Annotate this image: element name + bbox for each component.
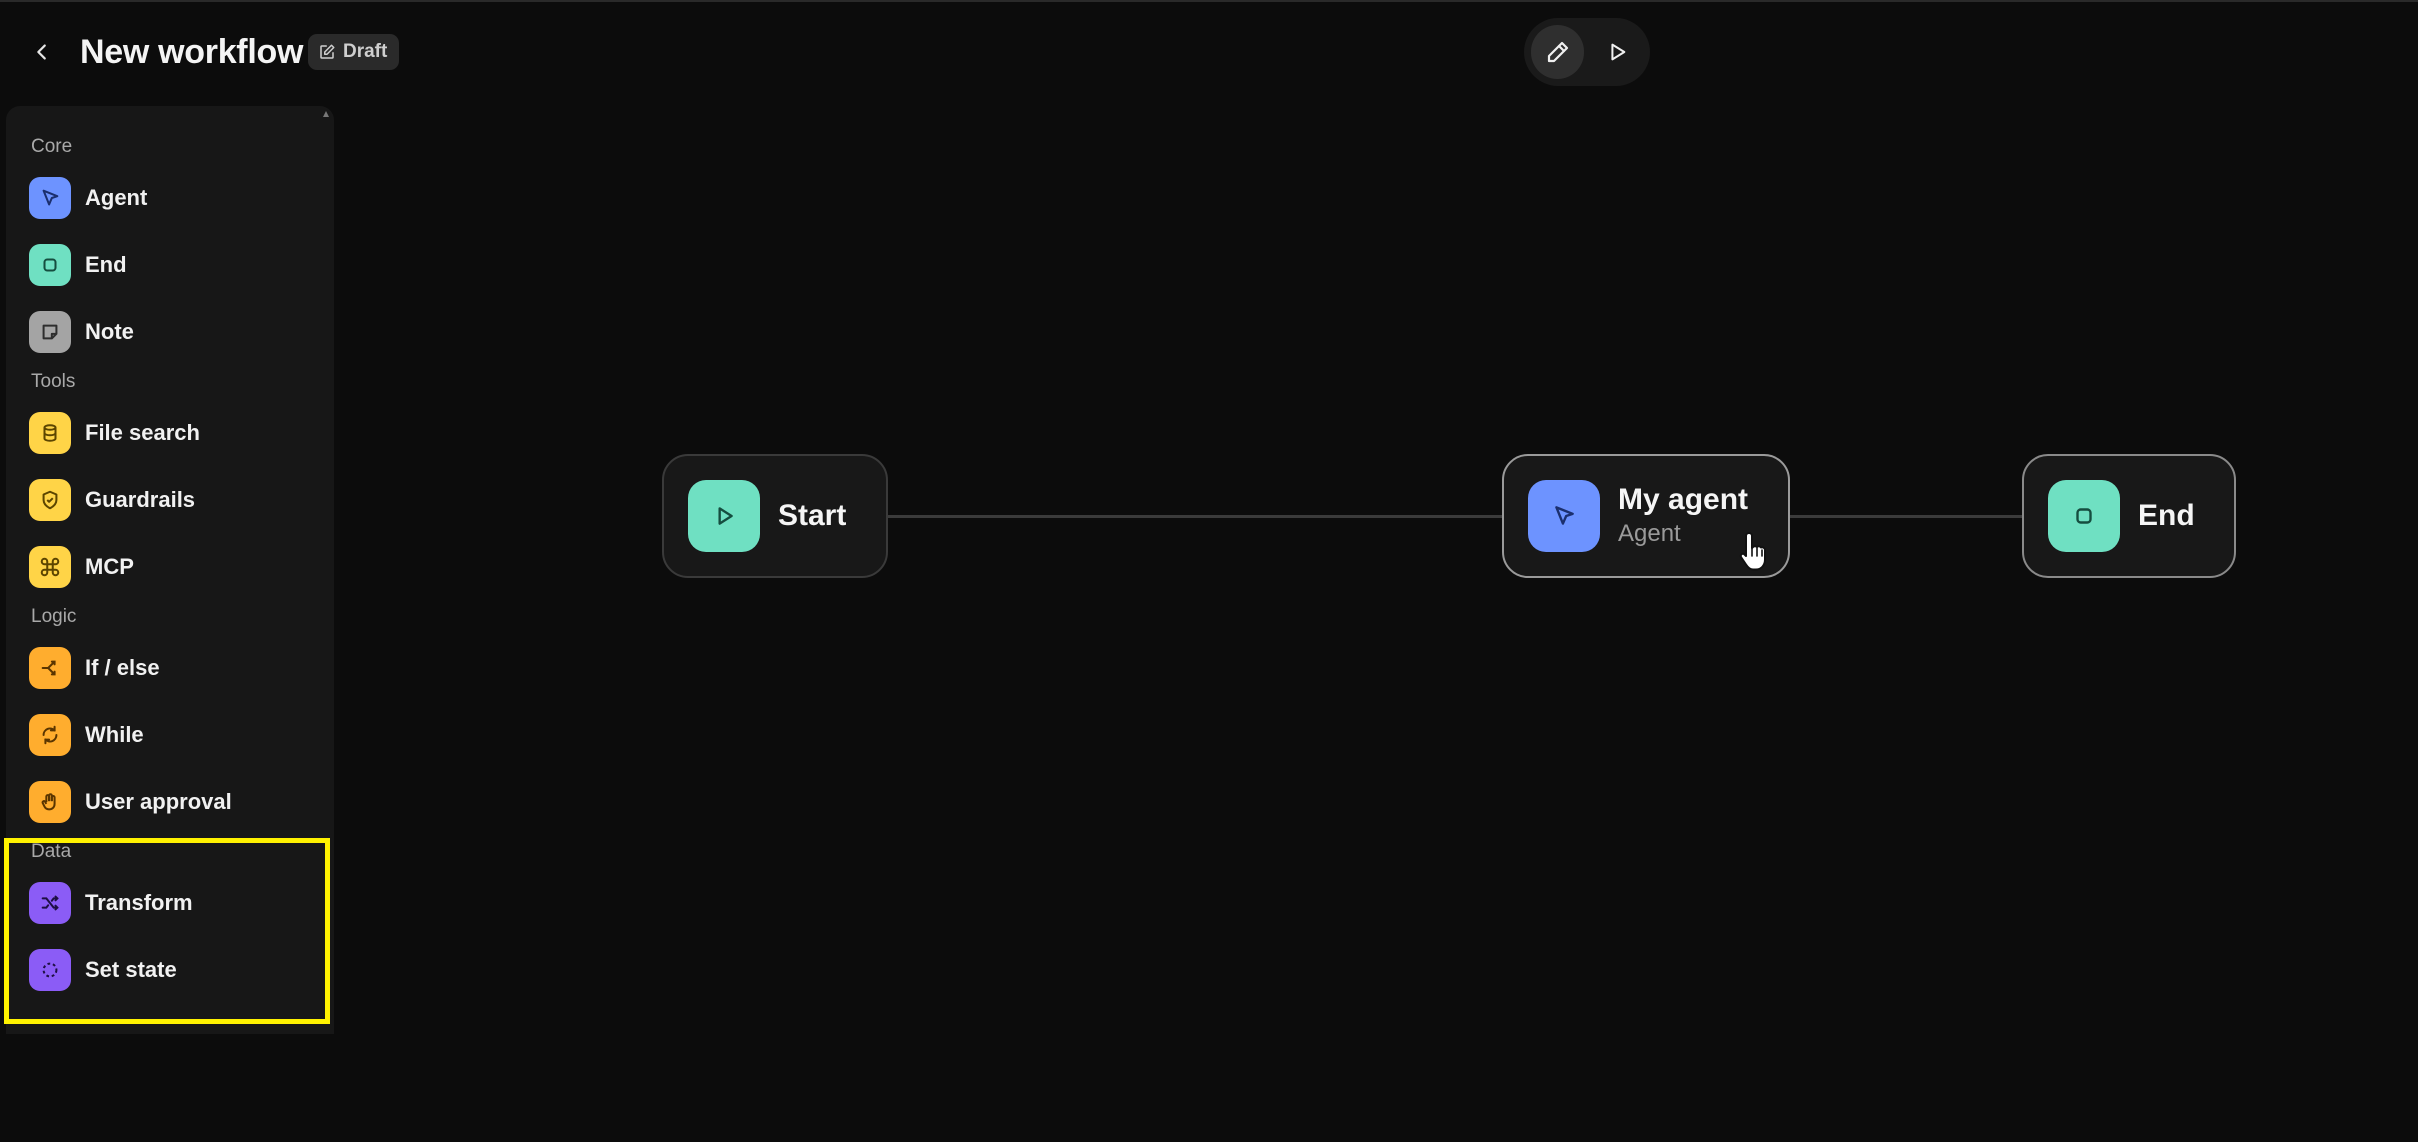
edge-agent-end xyxy=(1790,515,2024,518)
edit-mode-button[interactable] xyxy=(1531,25,1584,79)
shield-check-icon xyxy=(29,478,71,521)
node-end[interactable]: End xyxy=(2022,454,2236,578)
edit-square-icon xyxy=(320,44,335,59)
note-icon xyxy=(29,310,71,353)
palette-item-label: File search xyxy=(85,419,200,445)
node-my-agent-subtitle: Agent xyxy=(1618,520,1681,547)
chevron-left-icon xyxy=(37,44,46,60)
node-palette-sidebar: Core Agent End Note Tools File search Gu… xyxy=(6,106,334,1034)
node-my-agent-text: My agent Agent xyxy=(1618,482,1748,550)
palette-item-guardrails[interactable]: Guardrails xyxy=(6,466,334,533)
header: New workflow Draft xyxy=(0,2,2418,102)
cursor-arrow-icon xyxy=(29,176,71,219)
hand-pointer-cursor-icon xyxy=(1739,532,1766,571)
section-label-data: Data xyxy=(31,841,72,862)
palette-item-label: Set state xyxy=(85,956,177,982)
palette-item-label: Guardrails xyxy=(85,486,196,512)
palette-item-label: If / else xyxy=(85,654,160,680)
draft-badge-label: Draft xyxy=(343,41,388,62)
palette-item-transform[interactable]: Transform xyxy=(6,869,334,936)
play-icon xyxy=(688,480,760,552)
hand-icon xyxy=(29,780,71,823)
node-start-title: Start xyxy=(778,499,847,532)
dashed-circle-icon xyxy=(29,948,71,991)
shuffle-icon xyxy=(29,881,71,924)
palette-item-note[interactable]: Note xyxy=(6,298,334,365)
branch-icon xyxy=(29,646,71,689)
cursor-arrow-icon xyxy=(1528,480,1600,552)
pencil-icon xyxy=(1547,41,1568,63)
palette-item-end[interactable]: End xyxy=(6,231,334,298)
palette-item-label: Agent xyxy=(85,184,148,210)
palette-item-label: MCP xyxy=(85,553,134,579)
palette-item-label: Note xyxy=(85,318,134,344)
command-icon xyxy=(29,545,71,588)
mode-toolbar xyxy=(1524,18,1650,86)
palette-item-label: End xyxy=(85,251,127,277)
workflow-canvas[interactable]: Start My agent Agent End xyxy=(340,102,2418,1142)
section-label-logic: Logic xyxy=(31,606,77,627)
stop-square-icon xyxy=(2048,480,2120,552)
palette-item-mcp[interactable]: MCP xyxy=(6,533,334,600)
palette-item-label: While xyxy=(85,721,144,747)
section-label-core: Core xyxy=(31,136,73,157)
database-icon xyxy=(29,411,71,454)
node-end-title: End xyxy=(2138,499,2195,532)
node-my-agent-title: My agent xyxy=(1618,483,1749,516)
app-window: New workflow Draft Core Agent End Note T… xyxy=(0,0,2418,1142)
scroll-up-indicator[interactable] xyxy=(322,110,330,120)
run-button[interactable] xyxy=(1590,25,1643,79)
play-icon xyxy=(1610,43,1625,61)
palette-item-set-state[interactable]: Set state xyxy=(6,936,334,1003)
palette-item-if-else[interactable]: If / else xyxy=(6,634,334,701)
palette-item-label: Transform xyxy=(85,889,193,915)
node-start[interactable]: Start xyxy=(662,454,888,578)
palette-item-file-search[interactable]: File search xyxy=(6,399,334,466)
page-title: New workflow xyxy=(80,33,304,71)
stop-square-icon xyxy=(29,243,71,286)
palette-item-user-approval[interactable]: User approval xyxy=(6,768,334,835)
section-label-tools: Tools xyxy=(31,371,76,392)
back-button[interactable] xyxy=(22,32,62,72)
palette-item-while[interactable]: While xyxy=(6,701,334,768)
palette-item-label: User approval xyxy=(85,788,232,814)
loop-icon xyxy=(29,713,71,756)
draft-badge: Draft xyxy=(308,34,400,70)
palette-item-agent[interactable]: Agent xyxy=(6,164,334,231)
